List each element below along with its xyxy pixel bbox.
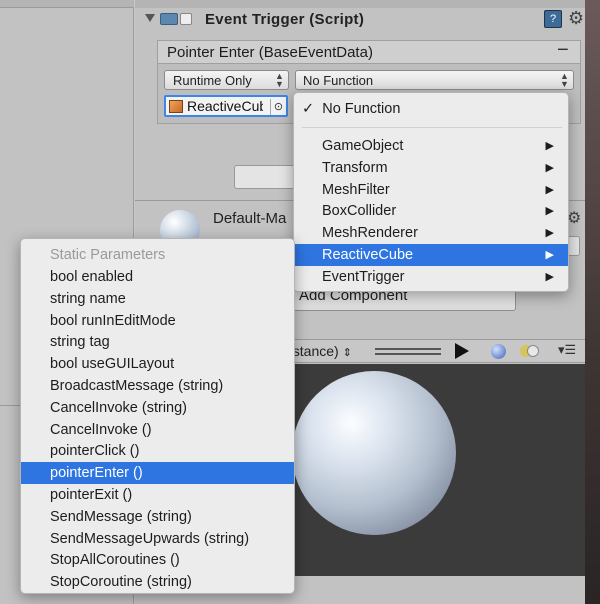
method-item[interactable]: pointerClick () [21, 440, 294, 462]
method-item-label: pointerEnter () [50, 465, 143, 482]
submenu-arrow-icon: ▶ [545, 270, 554, 283]
foldout-arrow-icon[interactable] [145, 14, 155, 22]
method-item[interactable]: CancelInvoke () [21, 419, 294, 441]
object-picker-icon[interactable]: ⊙ [270, 99, 286, 115]
event-entry-title: Pointer Enter (BaseEventData) [167, 44, 373, 61]
submenu-arrow-icon: ▶ [545, 205, 554, 218]
method-item[interactable]: pointerEnter () [21, 462, 294, 485]
method-item[interactable]: SendMessage (string) [21, 506, 294, 528]
menu-item-label: GameObject [322, 138, 404, 154]
menu-item-label: EventTrigger [322, 268, 405, 285]
runtime-mode-dropdown[interactable]: Runtime Only ▲ ▼ [164, 70, 289, 90]
method-item-label: string name [50, 290, 126, 307]
method-item-label: CancelInvoke () [50, 421, 152, 438]
method-item[interactable]: StopAllCoroutines () [21, 549, 294, 571]
method-item-label: CancelInvoke (string) [50, 399, 187, 416]
menu-item-no-function[interactable]: ✓ No Function [294, 98, 568, 120]
material-name: Default-Ma [213, 210, 287, 227]
preview-slider-track[interactable] [375, 353, 441, 355]
updown-arrows-icon: ▲ ▼ [275, 71, 284, 89]
method-item[interactable]: bool runInEditMode [21, 310, 294, 332]
desktop-background [585, 0, 600, 604]
method-item[interactable]: string tag [21, 331, 294, 353]
method-submenu: Static Parameters bool enabled string nam… [20, 238, 295, 594]
method-item[interactable]: SendMessageUpwards (string) [21, 528, 294, 550]
menu-item-label: MeshFilter [322, 181, 390, 198]
method-item-label: bool runInEditMode [50, 312, 176, 329]
method-item[interactable]: CancelInvoke (string) [21, 397, 294, 419]
updown-arrows-icon: ▲ ▼ [560, 71, 569, 89]
method-item[interactable]: bool enabled [21, 266, 294, 288]
script-icon [160, 13, 178, 25]
method-item-label: StopAllCoroutines () [50, 552, 180, 569]
menu-separator [302, 127, 562, 128]
gear-icon[interactable]: ⚙ [567, 208, 581, 228]
method-item-label: pointerClick () [50, 443, 140, 460]
menu-section-header: Static Parameters [50, 247, 166, 263]
target-object-field[interactable]: ReactiveCube ⊙ [164, 95, 288, 117]
method-item-label: pointerExit () [50, 487, 133, 503]
method-item-label: bool enabled [50, 269, 134, 285]
method-item-label: StopCoroutine (string) [50, 574, 192, 591]
preview-slider-track[interactable] [375, 348, 441, 350]
menu-item-gameobject[interactable]: GameObject ▶ [294, 135, 568, 157]
checkmark-icon: ✓ [302, 101, 315, 117]
method-item-label: string tag [50, 334, 110, 351]
method-item[interactable]: StopCoroutine (string) [21, 571, 294, 593]
preview-sphere [292, 371, 456, 535]
menu-item-label: ReactiveCube [322, 247, 414, 263]
submenu-arrow-icon: ▶ [545, 249, 554, 261]
add-event-type-button[interactable] [234, 165, 296, 189]
menu-item-label: No Function [322, 101, 401, 117]
submenu-arrow-icon: ▶ [545, 161, 554, 174]
component-title: Event Trigger (Script) [205, 11, 365, 28]
method-item-label: BroadcastMessage (string) [50, 378, 224, 394]
cube-icon [169, 100, 183, 113]
inspector-toolbar [135, 0, 585, 8]
updown-arrows-icon: ⇕ [342, 347, 352, 359]
method-item-label: SendMessageUpwards (string) [50, 530, 250, 547]
menu-item-meshrenderer[interactable]: MeshRenderer ▶ [294, 222, 568, 244]
preview-object-dropdown[interactable]: nstance) ⇕ [285, 343, 352, 359]
method-item-label: SendMessage (string) [50, 508, 192, 525]
light-icon [527, 345, 539, 357]
remove-event-button[interactable]: − [557, 39, 569, 62]
method-item[interactable]: bool useGUILayout [21, 353, 294, 375]
help-book-icon[interactable]: ? [544, 10, 562, 28]
method-item[interactable]: string name [21, 288, 294, 310]
method-item[interactable]: BroadcastMessage (string) [21, 375, 294, 397]
menu-item-label: Transform [322, 159, 388, 176]
runtime-mode-value: Runtime Only [173, 73, 252, 88]
menu-item-label: MeshRenderer [322, 225, 418, 242]
submenu-arrow-icon: ▶ [545, 227, 554, 240]
hierarchy-toolbar [0, 0, 134, 8]
menu-item-boxcollider[interactable]: BoxCollider ▶ [294, 200, 568, 222]
method-item-label: bool useGUILayout [50, 356, 175, 373]
preview-shape-icon[interactable] [491, 344, 506, 359]
event-trigger-component-header[interactable]: Event Trigger (Script) ? ⚙ [140, 8, 585, 32]
function-menu: ✓ No Function GameObject ▶ Transform ▶ MeshF… [293, 92, 569, 292]
method-item[interactable]: pointerExit () [21, 484, 294, 506]
gear-icon[interactable]: ⚙ [568, 8, 584, 29]
menu-item-meshfilter[interactable]: MeshFilter ▶ [294, 179, 568, 201]
menu-item-eventtrigger[interactable]: EventTrigger ▶ [294, 266, 568, 288]
lighting-toggle-icon[interactable] [520, 345, 539, 358]
menu-item-transform[interactable]: Transform ▶ [294, 157, 568, 179]
play-icon[interactable] [455, 343, 469, 359]
submenu-arrow-icon: ▶ [545, 183, 554, 196]
target-object-name: ReactiveCube [187, 98, 263, 114]
event-entry-header: Pointer Enter (BaseEventData) − [157, 39, 581, 64]
function-dropdown[interactable]: No Function ▲ ▼ [295, 70, 574, 90]
menu-item-label: BoxCollider [322, 203, 397, 220]
menu-item-reactivecube[interactable]: ReactiveCube ▶ [294, 244, 568, 266]
submenu-arrow-icon: ▶ [545, 140, 554, 152]
function-dropdown-value: No Function [303, 73, 374, 88]
component-enabled-checkbox[interactable] [180, 13, 192, 25]
preview-menu-icon[interactable]: ▾☰ [558, 342, 576, 358]
